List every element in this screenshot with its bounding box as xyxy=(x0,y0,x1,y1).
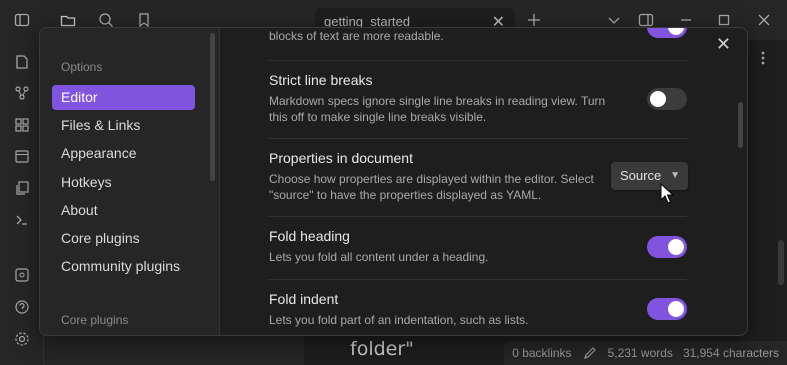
sidebar-toggle-icon[interactable] xyxy=(14,12,30,28)
pencil-icon[interactable] xyxy=(582,345,598,361)
sidebar-item-hotkeys[interactable]: Hotkeys xyxy=(52,170,195,195)
modal-close-icon[interactable]: ✕ xyxy=(716,34,731,55)
setting-desc: Lets you fold part of an indentation, su… xyxy=(269,313,529,327)
window-close-icon[interactable] xyxy=(756,12,772,28)
mouse-cursor-icon xyxy=(660,182,675,205)
setting-name: Fold heading xyxy=(269,228,350,244)
toggle-knob xyxy=(668,301,684,317)
editor-scrollbar[interactable] xyxy=(778,240,784,285)
help-icon[interactable] xyxy=(14,299,30,315)
word-count: 5,231 words xyxy=(607,346,673,360)
toggle-knob xyxy=(650,91,666,107)
terminal-icon[interactable] xyxy=(14,212,30,228)
copy-icon[interactable] xyxy=(14,180,30,196)
editor-text: folder" xyxy=(350,338,414,360)
character-count: 31,954 characters xyxy=(682,346,779,360)
sidebar-item-files-links[interactable]: Files & Links xyxy=(52,113,195,138)
setting-fold-heading: Fold heading Lets you fold all content u… xyxy=(269,228,687,265)
toggle-knob xyxy=(668,28,684,35)
previous-setting-desc: blocks of text are more readable. xyxy=(269,29,444,43)
toggle-knob xyxy=(668,239,684,255)
search-icon[interactable] xyxy=(98,12,114,28)
left-ribbon xyxy=(0,40,44,365)
setting-strict-line-breaks: Strict line breaks Markdown specs ignore… xyxy=(269,72,687,125)
sidebar-item-editor[interactable]: Editor xyxy=(52,85,195,110)
setting-fold-indent: Fold indent Lets you fold part of an ind… xyxy=(269,291,687,328)
dropdown-value: Source xyxy=(620,168,662,183)
setting-desc: Choose how properties are displayed with… xyxy=(269,172,594,202)
fold-heading-toggle[interactable] xyxy=(647,236,687,258)
more-options-icon[interactable] xyxy=(755,50,771,66)
canvas-icon[interactable] xyxy=(14,117,30,133)
divider xyxy=(269,279,687,280)
core-plugins-heading: Core plugins xyxy=(61,313,129,327)
settings-content: ✕ blocks of text are more readable. Stri… xyxy=(221,28,747,335)
setting-name: Fold indent xyxy=(269,291,339,307)
divider xyxy=(269,138,687,139)
split-view-icon[interactable] xyxy=(638,12,654,28)
fold-indent-toggle[interactable] xyxy=(647,298,687,320)
new-tab-icon[interactable] xyxy=(526,12,542,28)
settings-sidebar: Options Editor Files & Links Appearance … xyxy=(40,28,220,335)
bookmark-icon[interactable] xyxy=(136,12,152,28)
setting-desc: Lets you fold all content under a headin… xyxy=(269,250,489,264)
status-bar: 0 backlinks 5,231 words 31,954 character… xyxy=(504,341,787,365)
minimize-icon[interactable] xyxy=(678,12,694,28)
backlinks-count[interactable]: 0 backlinks xyxy=(512,346,571,360)
calendar-icon[interactable] xyxy=(14,148,30,164)
divider xyxy=(269,60,687,61)
settings-gear-icon[interactable] xyxy=(14,331,30,347)
vault-icon[interactable] xyxy=(14,267,30,283)
open-quick-switcher-icon[interactable] xyxy=(14,54,30,70)
maximize-icon[interactable] xyxy=(716,12,732,28)
sidebar-item-community-plugins[interactable]: Community plugins xyxy=(52,254,195,279)
setting-name: Strict line breaks xyxy=(269,72,373,88)
folder-icon[interactable] xyxy=(60,12,76,28)
sidebar-item-appearance[interactable]: Appearance xyxy=(52,141,195,166)
sidebar-item-about[interactable]: About xyxy=(52,198,195,223)
options-heading: Options xyxy=(61,60,103,74)
properties-dropdown[interactable]: Source ▼ xyxy=(611,162,688,190)
previous-setting-toggle[interactable] xyxy=(647,28,687,38)
sidebar-scrollbar[interactable] xyxy=(210,33,215,181)
settings-modal: Options Editor Files & Links Appearance … xyxy=(39,27,748,336)
chevron-down-icon[interactable] xyxy=(606,12,622,28)
strict-line-breaks-toggle[interactable] xyxy=(647,88,687,110)
sidebar-item-core-plugins[interactable]: Core plugins xyxy=(52,226,195,251)
content-scrollbar[interactable] xyxy=(738,102,743,148)
graph-view-icon[interactable] xyxy=(14,85,30,101)
divider xyxy=(269,216,687,217)
setting-desc: Markdown specs ignore single line breaks… xyxy=(269,94,606,124)
